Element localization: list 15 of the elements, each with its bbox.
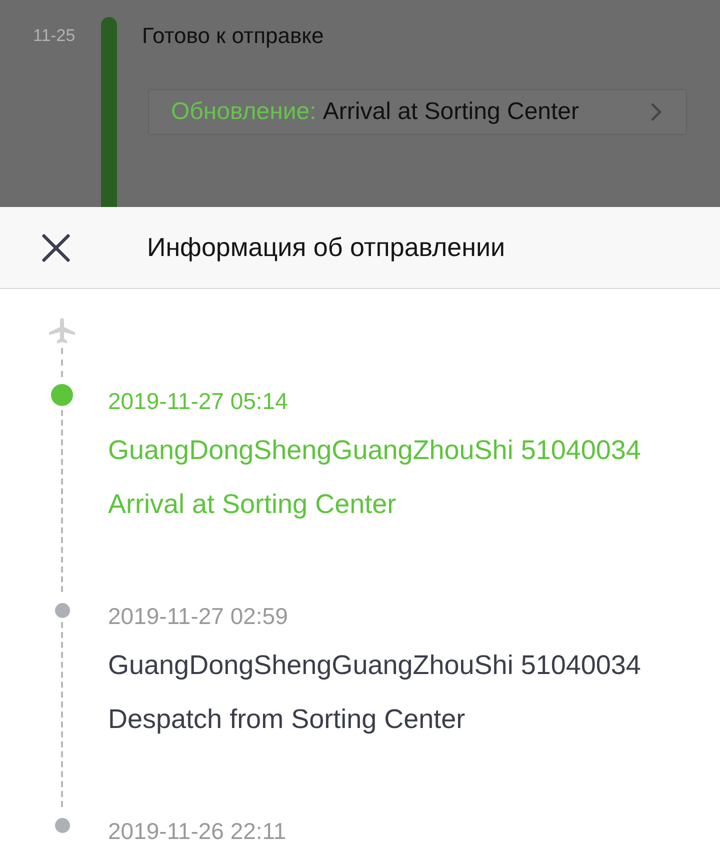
status-title: Готово к отправке [142, 22, 325, 50]
close-icon [42, 234, 70, 262]
update-button[interactable]: Обновление: Arrival at Sorting Center [148, 89, 687, 135]
sheet-title: Информация об отправлении [147, 232, 506, 263]
event-location: GuangDongShengGuangZhouShi 51040034 [108, 434, 641, 467]
event-description: Despatch from Sorting Center [108, 703, 466, 736]
event-time: 2019-11-26 22:11 [108, 818, 286, 844]
airplane-icon [49, 318, 75, 344]
chevron-icon [650, 102, 662, 122]
event-time: 2019-11-27 02:59 [108, 603, 289, 629]
event-description: Arrival at Sorting Center [108, 488, 398, 521]
day-label: 11-25 [33, 26, 76, 46]
event-location: GuangDongShengGuangZhouShi 51040034 [108, 649, 641, 682]
timeline-line [61, 348, 63, 377]
event-time: 2019-11-27 05:14 [108, 388, 289, 414]
